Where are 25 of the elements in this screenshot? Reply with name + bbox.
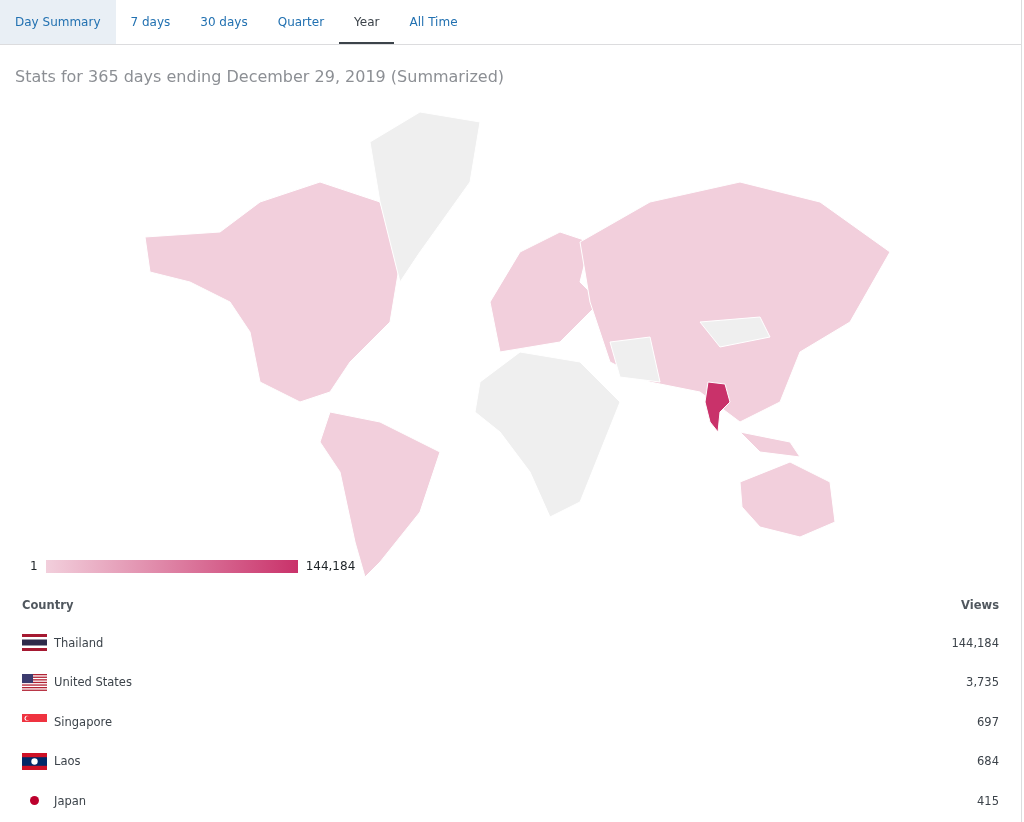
views-count: 697 (977, 714, 999, 729)
flag-icon (22, 634, 47, 652)
country-name: Japan (54, 793, 88, 808)
column-header: Country (22, 598, 74, 612)
page-title: Stats for 365 days ending December 29, 2019 (Summarized) (14, 66, 506, 88)
tab[interactable]: 30 days (185, 0, 263, 44)
flag-icon (22, 673, 47, 691)
legend-min-label: 1 (30, 559, 38, 573)
country-name: United States (54, 675, 133, 690)
views-count: 415 (977, 793, 999, 808)
tab[interactable]: Day Summary (0, 0, 116, 44)
country-name: Laos (54, 754, 82, 769)
column-header: Views (961, 598, 999, 612)
tab[interactable]: All Time (394, 0, 473, 44)
country-name: Thailand (54, 635, 105, 650)
views-count: 3,735 (966, 675, 999, 690)
flag-icon (22, 752, 47, 770)
tab[interactable]: Year (339, 0, 395, 44)
tab[interactable]: 7 days (115, 0, 186, 44)
flag-icon (22, 713, 47, 722)
legend-max-label: 144,184 (305, 559, 356, 573)
country-name: Singapore (54, 714, 114, 729)
views-count: 684 (977, 754, 999, 769)
views-count: 144,184 (951, 635, 999, 650)
tab[interactable]: Quarter (262, 0, 340, 44)
